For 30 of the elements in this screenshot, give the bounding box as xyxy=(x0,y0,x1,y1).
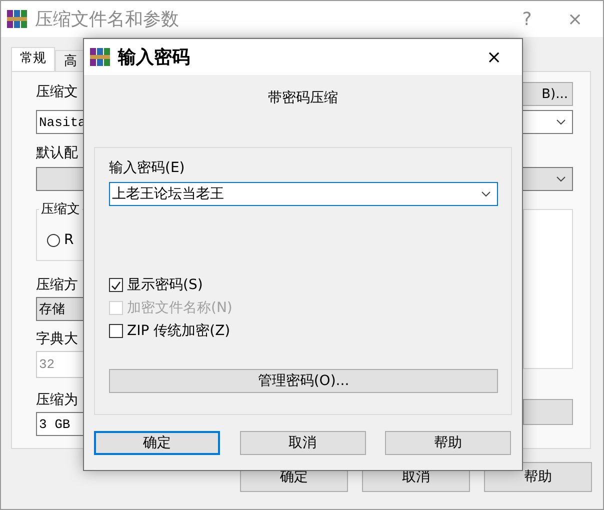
dialog-button[interactable]: 帮助 xyxy=(385,431,511,455)
chevron-down-icon[interactable] xyxy=(481,191,491,197)
password-field[interactable]: 上老王论坛当老王 xyxy=(109,182,498,206)
radio-option[interactable]: R xyxy=(47,232,74,248)
field-label: 默认配 xyxy=(36,144,78,163)
books-icon xyxy=(90,48,110,66)
radio-icon[interactable] xyxy=(47,234,60,246)
checkbox-option[interactable]: ZIP 传统加密(Z) xyxy=(109,322,498,340)
chevron-down-icon[interactable] xyxy=(556,119,566,125)
window-title: 压缩文件名和参数 xyxy=(35,8,180,31)
dialog-heading: 带密码压缩 xyxy=(268,89,338,107)
field-label: 字典大 xyxy=(36,330,78,349)
browse-button[interactable]: B)... xyxy=(521,82,573,106)
dialog-button[interactable]: 确定 xyxy=(94,431,220,455)
group-title: 压缩文 xyxy=(39,200,82,218)
close-button[interactable]: × xyxy=(474,46,514,68)
checkbox[interactable] xyxy=(109,278,123,292)
field-label: 压缩为 xyxy=(36,391,78,410)
checkbox-option[interactable]: 显示密码(S) xyxy=(109,276,498,294)
chevron-down-icon[interactable] xyxy=(556,176,566,182)
field-label: 输入密码(E) xyxy=(109,159,185,178)
field-label: 压缩方 xyxy=(36,276,78,295)
dialog-title: 输入密码 xyxy=(118,46,191,69)
books-icon xyxy=(7,10,27,28)
tab[interactable]: 高 xyxy=(55,50,86,71)
dialog-button[interactable]: 取消 xyxy=(240,431,366,455)
manage-passwords-button[interactable]: 管理密码(O)... xyxy=(109,369,498,393)
field-label: 压缩文 xyxy=(36,83,78,102)
tab[interactable]: 常规 xyxy=(11,47,55,71)
checkbox[interactable] xyxy=(109,324,123,338)
